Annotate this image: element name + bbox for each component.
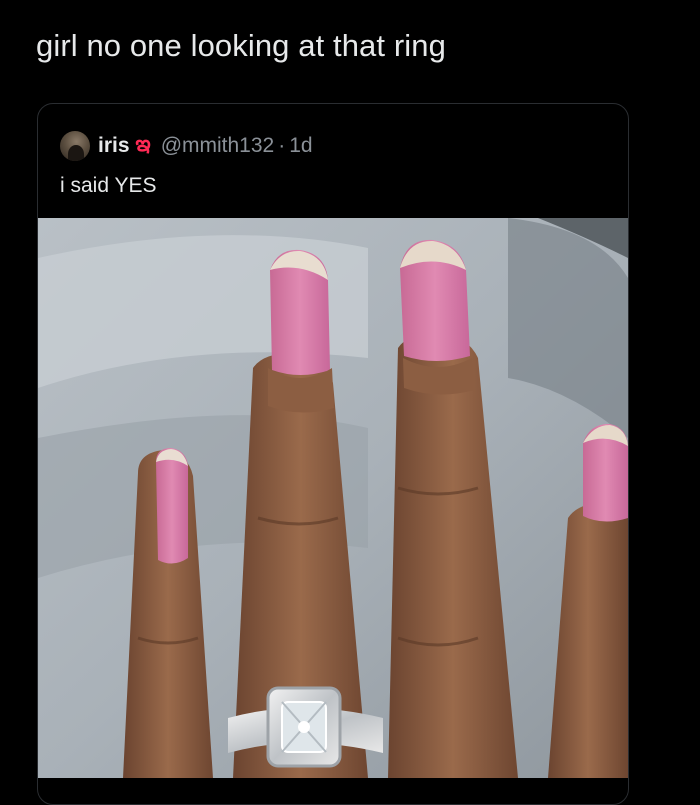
quoted-post-text: i said YES bbox=[60, 174, 157, 197]
avatar[interactable] bbox=[60, 131, 90, 161]
user-handle[interactable]: @mmith132 bbox=[161, 134, 275, 158]
display-name[interactable]: iris bbox=[98, 134, 130, 158]
dot-separator: · bbox=[278, 134, 286, 157]
name-emoji: ఇ bbox=[135, 130, 151, 156]
quoted-post-card[interactable]: iris ఇ @mmith132 · 1d i said YES bbox=[37, 103, 629, 805]
quoted-post-header: iris ఇ @mmith132 · 1d bbox=[60, 130, 313, 162]
post-timestamp[interactable]: 1d bbox=[289, 134, 312, 158]
hand-with-ring-image bbox=[38, 218, 628, 778]
attached-photo[interactable] bbox=[38, 218, 628, 778]
post-text: girl no one looking at that ring bbox=[36, 28, 446, 63]
